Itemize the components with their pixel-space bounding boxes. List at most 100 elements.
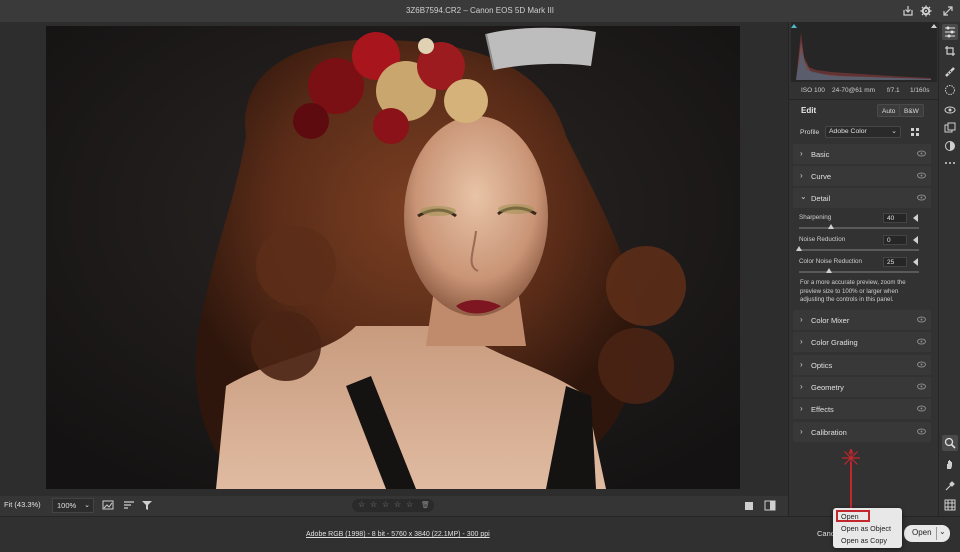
eye-icon[interactable] bbox=[917, 150, 926, 157]
cancel-button[interactable]: Canc bbox=[817, 529, 835, 538]
slider-thumb[interactable] bbox=[796, 246, 802, 251]
chevron-right-icon: › bbox=[800, 360, 803, 369]
arrow-left-icon[interactable] bbox=[913, 236, 918, 244]
profile-row: Profile Adobe Color ⌄ bbox=[789, 124, 939, 140]
before-after-icon[interactable] bbox=[102, 500, 114, 511]
arrow-left-icon[interactable] bbox=[913, 214, 918, 222]
trash-icon[interactable]: 🗑 bbox=[421, 501, 430, 509]
aperture-value: f/7.1 bbox=[887, 87, 900, 94]
profile-select[interactable]: Adobe Color ⌄ bbox=[825, 126, 901, 138]
sharpening-slider[interactable]: Sharpening 40 bbox=[799, 213, 927, 236]
profile-value: Adobe Color bbox=[829, 128, 867, 135]
red-eye-icon[interactable] bbox=[944, 104, 956, 116]
fit-zoom-button[interactable]: Fit (43.3%) bbox=[4, 500, 41, 509]
eye-icon[interactable] bbox=[917, 428, 926, 435]
single-view-icon[interactable] bbox=[744, 501, 754, 511]
canvas-area[interactable] bbox=[0, 22, 788, 496]
eye-icon[interactable] bbox=[917, 383, 926, 390]
chevron-right-icon: › bbox=[800, 427, 803, 436]
eye-icon[interactable] bbox=[917, 361, 926, 368]
hand-tool-icon[interactable] bbox=[944, 458, 956, 470]
chevron-down-icon: ⌄ bbox=[84, 502, 90, 509]
sharpening-value[interactable]: 40 bbox=[883, 213, 907, 223]
slider-label: Noise Reduction bbox=[799, 236, 846, 243]
color-noise-reduction-value[interactable]: 25 bbox=[883, 257, 907, 267]
chevron-down-icon[interactable]: ⌄ bbox=[939, 527, 946, 536]
noise-reduction-value[interactable]: 0 bbox=[883, 235, 907, 245]
eye-icon[interactable] bbox=[917, 172, 926, 179]
more-icon[interactable] bbox=[944, 157, 956, 169]
star-icon[interactable]: ☆ bbox=[382, 500, 389, 509]
open-button-label: Open bbox=[912, 528, 932, 537]
noise-reduction-slider[interactable]: Noise Reduction 0 bbox=[796, 235, 927, 258]
edit-title: Edit bbox=[801, 106, 817, 115]
profile-browser-icon[interactable] bbox=[910, 127, 920, 137]
zoom-level-select[interactable]: 100% ⌄ bbox=[52, 498, 94, 513]
arrow-left-icon[interactable] bbox=[913, 258, 918, 266]
menu-item-open[interactable]: Open bbox=[841, 512, 859, 521]
section-basic[interactable]: › Basic bbox=[793, 144, 931, 164]
section-geometry[interactable]: › Geometry bbox=[793, 377, 931, 397]
edit-sliders-icon[interactable] bbox=[942, 24, 958, 40]
open-options-menu: Open Open as Object Open as Copy bbox=[833, 508, 902, 548]
iso-value: ISO 100 bbox=[801, 87, 825, 94]
annotation-arrow bbox=[850, 462, 852, 508]
menu-item-open-as-object[interactable]: Open as Object bbox=[841, 524, 891, 533]
lens-value: 24-70@61 mm bbox=[832, 87, 876, 94]
slider-thumb[interactable] bbox=[826, 268, 832, 273]
slider-track[interactable] bbox=[799, 249, 919, 251]
slider-track[interactable] bbox=[799, 227, 919, 229]
eye-icon[interactable] bbox=[917, 405, 926, 412]
eyedropper-icon[interactable] bbox=[944, 480, 956, 492]
workflow-options-link[interactable]: Adobe RGB (1998) - 8 bit - 5760 x 3840 (… bbox=[306, 531, 490, 538]
section-calibration[interactable]: › Calibration bbox=[793, 422, 931, 442]
eye-icon[interactable] bbox=[917, 194, 926, 201]
divider bbox=[936, 527, 937, 540]
chevron-right-icon: › bbox=[800, 382, 803, 391]
save-icon[interactable] bbox=[901, 4, 915, 18]
section-optics[interactable]: › Optics bbox=[793, 355, 931, 375]
detail-hint: For a more accurate preview, zoom the pr… bbox=[800, 279, 906, 303]
section-color-grading[interactable]: › Color Grading bbox=[793, 332, 931, 352]
section-detail[interactable]: ⌄ Detail bbox=[793, 188, 931, 208]
eye-icon[interactable] bbox=[917, 338, 926, 345]
snapshots-icon[interactable] bbox=[944, 122, 956, 134]
gear-icon[interactable] bbox=[919, 4, 933, 18]
eye-icon[interactable] bbox=[917, 316, 926, 323]
filter-icon[interactable] bbox=[141, 500, 153, 511]
slider-track[interactable] bbox=[799, 271, 919, 273]
edit-header: Edit Auto B&W bbox=[789, 102, 939, 120]
chevron-right-icon: › bbox=[800, 404, 803, 413]
bottom-toolbar: Fit (43.3%) 100% ⌄ ☆ ☆ ☆ ☆ ☆ 🗑 bbox=[0, 496, 788, 516]
fullscreen-icon[interactable] bbox=[941, 4, 955, 18]
section-color-mixer[interactable]: › Color Mixer bbox=[793, 310, 931, 330]
menu-item-open-as-copy[interactable]: Open as Copy bbox=[841, 536, 887, 545]
section-label: Basic bbox=[811, 150, 830, 159]
section-label: Calibration bbox=[811, 428, 847, 437]
zoom-tool-icon[interactable] bbox=[942, 435, 958, 451]
presets-icon[interactable] bbox=[944, 140, 956, 152]
sort-icon[interactable] bbox=[123, 500, 135, 511]
chevron-right-icon: › bbox=[800, 337, 803, 346]
star-rating[interactable]: ☆ ☆ ☆ ☆ ☆ 🗑 bbox=[352, 499, 434, 512]
star-icon[interactable]: ☆ bbox=[406, 500, 413, 509]
crop-icon[interactable] bbox=[944, 45, 956, 57]
section-effects[interactable]: › Effects bbox=[793, 399, 931, 419]
star-icon[interactable]: ☆ bbox=[358, 500, 365, 509]
photo-preview[interactable] bbox=[46, 26, 740, 489]
profile-label: Profile bbox=[800, 129, 820, 136]
star-icon[interactable]: ☆ bbox=[394, 500, 401, 509]
grid-icon[interactable] bbox=[944, 499, 956, 511]
star-icon[interactable]: ☆ bbox=[370, 500, 377, 509]
section-curve[interactable]: › Curve bbox=[793, 166, 931, 186]
open-button[interactable]: Open ⌄ bbox=[904, 525, 950, 542]
bw-button[interactable]: B&W bbox=[899, 104, 924, 117]
color-noise-reduction-slider[interactable]: Color Noise Reduction 25 bbox=[799, 257, 927, 280]
auto-button[interactable]: Auto bbox=[877, 104, 901, 117]
slider-thumb[interactable] bbox=[828, 224, 835, 229]
annotation-starburst-icon bbox=[842, 448, 860, 467]
healing-brush-icon[interactable] bbox=[944, 66, 956, 78]
camera-info: ISO 100 24-70@61 mm f/7.1 1/160s bbox=[789, 84, 939, 98]
split-view-icon[interactable] bbox=[764, 500, 776, 511]
masking-icon[interactable] bbox=[944, 84, 956, 96]
